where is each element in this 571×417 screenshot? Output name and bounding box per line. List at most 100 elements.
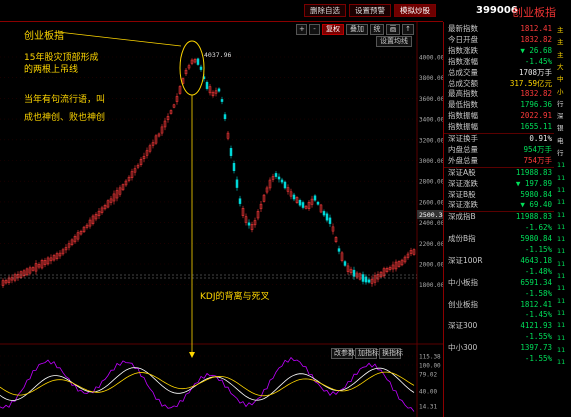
candle-body (280, 179, 284, 183)
annotation-line3: 当年有句流行语，叫 (24, 95, 106, 105)
candle-body (232, 163, 236, 171)
delete-watchlist-button[interactable]: 删除自选 (304, 4, 346, 17)
quote-row: 内盘总量 954万手 (446, 145, 554, 156)
annotation-kdj-note: KDJ的背离与死叉 (200, 292, 270, 302)
candle-body (247, 222, 251, 226)
quote-row: 指数振幅 2022.91 (446, 111, 554, 122)
side-strip-item: 11 (557, 321, 566, 330)
side-strip-item: 11 (557, 222, 566, 231)
side-strip-item: 11 (557, 333, 566, 342)
quote-row: 深证B股 5980.84 (446, 190, 554, 201)
side-strip-item: 11 (557, 272, 566, 280)
quote-value: ▼ 197.89 (515, 178, 552, 188)
y-tick-label: 2600.00 (419, 199, 443, 206)
quote-row: 最新指数 1812.41 (446, 24, 554, 35)
candle-body (301, 202, 305, 208)
quote-label: 外盘总量 (448, 155, 478, 165)
y-tick-label: 3200.00 (419, 137, 443, 144)
kdj-tick-label: 115.38 (419, 354, 441, 361)
quote-label: 深证涨跌 (448, 200, 478, 210)
side-strip-item: 电 (557, 136, 564, 145)
quote-row: -1.55% (446, 354, 554, 365)
side-strip-item: 11 (557, 235, 566, 244)
quote-value: 11988.83 (515, 167, 552, 177)
peak-value-label: 4037.96 (204, 51, 231, 59)
quote-label: 成份B指 (448, 234, 476, 244)
quote-row: 指数涨幅 -1.45% (446, 57, 554, 68)
side-strip-item: 中 (557, 75, 564, 84)
quote-row: 最低指数 1796.36 (446, 100, 554, 111)
quote-label: 深证100R (448, 255, 483, 265)
quote-label: 指数涨幅 (448, 56, 478, 66)
quote-label: 最新指数 (448, 24, 478, 33)
annotation-title: 创业板指 (24, 31, 64, 42)
quote-row: 总成交量 1708万手 (446, 68, 554, 79)
candle-body (223, 114, 227, 120)
quote-label: 深证A股 (448, 167, 476, 177)
quote-value: 1812.41 (520, 299, 552, 309)
kdj-d-line (0, 371, 415, 397)
candle-body (274, 173, 278, 177)
quote-label: 深成指B (448, 212, 476, 222)
y-tick-label: 2000.00 (419, 262, 443, 269)
kdj-add-indicator-button[interactable]: 加指标 (355, 348, 379, 359)
side-strip-item: 11 (557, 345, 566, 354)
quote-value: 1812.41 (520, 24, 552, 33)
side-strip-item: 银 (557, 124, 564, 133)
kdj-switch-indicator-button[interactable]: 换指标 (379, 348, 403, 359)
y-tick-label: 3400.00 (419, 117, 443, 124)
quote-value: 954万手 (523, 144, 552, 154)
side-strip-item: 11 (557, 173, 566, 182)
quote-value: 5980.84 (520, 189, 552, 199)
quote-row: 深证100R 4643.18 (446, 256, 554, 267)
quote-value: 1655.11 (520, 122, 552, 132)
quote-value: 1832.82 (520, 34, 552, 44)
quote-row: -1.55% (446, 332, 554, 343)
side-info-strip: 主主主大中小行深银电行 11 11 11 11 11 11 11 11 11 11 11 11 11 11 1… (556, 22, 571, 417)
candle-body (361, 274, 365, 282)
quote-row: 深证A股 11988.83 (446, 168, 554, 179)
quote-value: 11988.83 (515, 212, 552, 222)
kdj-params-button[interactable]: 改参数 (331, 348, 355, 359)
simulate-trading-button[interactable]: 模拟炒股 (394, 4, 436, 17)
quote-row: 中小板指 6591.34 (446, 278, 554, 289)
side-strip-item: 行 (557, 99, 564, 108)
quote-row: 最高指数 1832.82 (446, 89, 554, 100)
quote-value: 754万手 (523, 155, 552, 165)
quote-value: -1.15% (524, 245, 552, 254)
candle-body (352, 269, 356, 277)
side-strip-item: 11 (557, 185, 566, 194)
quote-row: -1.45% (446, 310, 554, 321)
quote-value: 1397.73 (520, 343, 552, 353)
candle-body (298, 200, 302, 206)
index-name: 创业板指 (512, 6, 556, 19)
quote-label: 深证涨跌 (448, 178, 478, 188)
quote-row: 成份B指 5980.84 (446, 234, 554, 245)
set-alert-button[interactable]: 设置预警 (349, 4, 391, 17)
y-tick-label: 2200.00 (419, 241, 443, 248)
kdj-k-line (0, 367, 415, 401)
kdj-panel: 115.38 100.00 79.02 40.00 14.31 (0, 354, 441, 412)
side-strip-item: 11 (557, 259, 566, 268)
candle-body (277, 176, 281, 180)
side-strip-item: 小 (557, 87, 564, 96)
quote-value: 1708万手 (518, 67, 552, 77)
quote-label: 内盘总量 (448, 144, 478, 154)
quote-value: 5980.84 (520, 234, 552, 244)
quote-label: 总成交量 (448, 67, 478, 77)
quote-label: 指数振幅 (448, 111, 478, 121)
side-strip-item: 主 (557, 38, 564, 47)
quote-row: -1.48% (446, 267, 554, 278)
kdj-tick-label: 79.02 (419, 372, 437, 379)
quote-value: ▼ 69.40 (520, 200, 552, 210)
quote-row: 指数振幅 1655.11 (446, 122, 554, 133)
candle-body (292, 194, 296, 200)
price-grid: 4000.00 3800.00 3600.00 3400.00 3200.00 3000.… (0, 55, 443, 289)
quote-row: -1.15% (446, 245, 554, 256)
candle-body (337, 248, 341, 252)
quote-label: 总成交额 (448, 78, 478, 88)
quote-value: 1832.82 (520, 89, 552, 99)
candle-body (229, 148, 233, 156)
side-strip-item: 主 (557, 26, 564, 34)
quote-label: 最高指数 (448, 89, 478, 99)
